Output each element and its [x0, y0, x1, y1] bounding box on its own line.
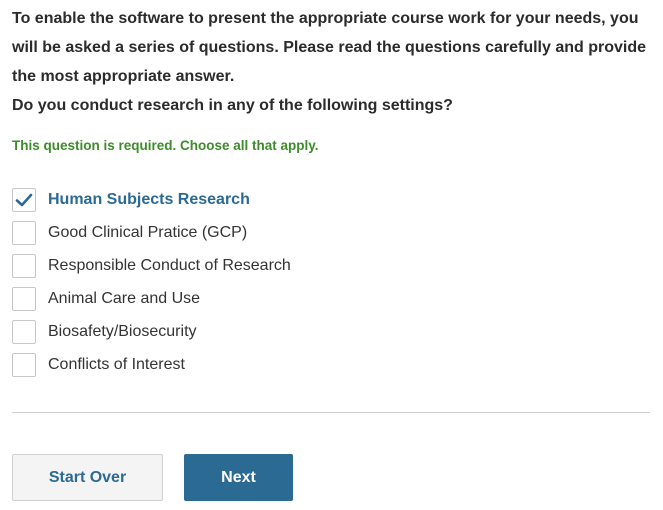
required-note: This question is required. Choose all th…: [12, 138, 319, 153]
start-over-button[interactable]: Start Over: [12, 454, 163, 501]
divider: [12, 412, 650, 413]
checkbox[interactable]: [12, 286, 36, 311]
option-label: Biosafety/Biosecurity: [48, 322, 197, 340]
intro-paragraph: To enable the software to present the ap…: [12, 10, 646, 85]
intro-text: To enable the software to present the ap…: [12, 4, 652, 120]
option-label: Good Clinical Pratice (GCP): [48, 223, 248, 241]
checkbox[interactable]: [12, 187, 36, 212]
checkbox[interactable]: [12, 220, 36, 245]
option-label: Responsible Conduct of Research: [48, 256, 291, 274]
question-text: Do you conduct research in any of the fo…: [12, 97, 453, 114]
checkbox[interactable]: [12, 253, 36, 278]
options-list: Human Subjects Research Good Clinical Pr…: [12, 183, 291, 381]
option-human-subjects-research[interactable]: Human Subjects Research: [12, 183, 291, 216]
checkbox[interactable]: [12, 352, 36, 377]
next-button[interactable]: Next: [184, 454, 293, 501]
option-label: Human Subjects Research: [48, 190, 250, 208]
option-conflicts-of-interest[interactable]: Conflicts of Interest: [12, 348, 291, 381]
checkmark-icon: [15, 193, 33, 206]
option-animal-care-and-use[interactable]: Animal Care and Use: [12, 282, 291, 315]
option-biosafety-biosecurity[interactable]: Biosafety/Biosecurity: [12, 315, 291, 348]
option-responsible-conduct-of-research[interactable]: Responsible Conduct of Research: [12, 249, 291, 282]
option-label: Animal Care and Use: [48, 289, 201, 307]
checkbox[interactable]: [12, 319, 36, 344]
option-good-clinical-practice[interactable]: Good Clinical Pratice (GCP): [12, 216, 291, 249]
option-label: Conflicts of Interest: [48, 355, 185, 373]
